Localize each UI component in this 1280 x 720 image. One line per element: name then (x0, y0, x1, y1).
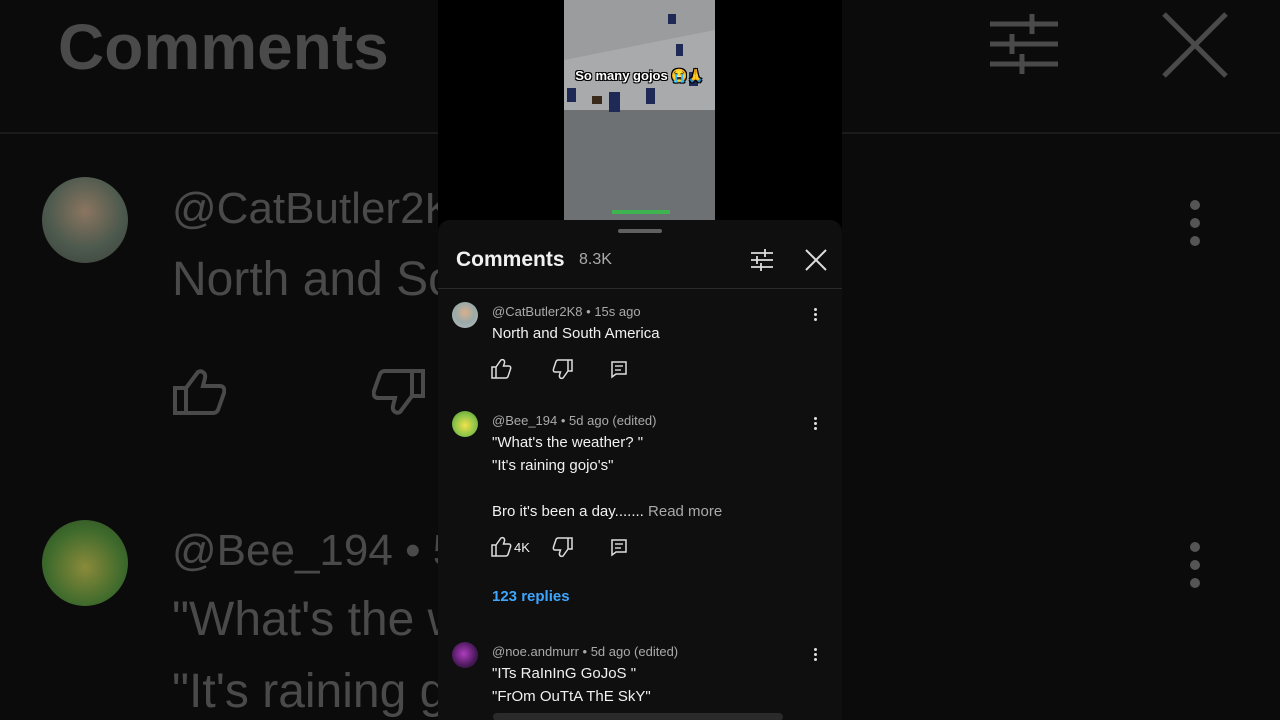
video-caption: So many gojos 😭🙏 (575, 68, 704, 83)
comment-text: North and South America (492, 325, 660, 342)
reply-icon[interactable] (608, 358, 630, 380)
background-avatar-bee (42, 520, 128, 606)
background-title: Comments (58, 11, 389, 83)
avatar[interactable] (452, 411, 478, 437)
background-text-2b: "It's raining g (172, 665, 447, 718)
comment-author[interactable]: @noe.andmurr (492, 644, 579, 659)
read-more-link[interactable]: Read more (648, 503, 722, 520)
background-text-1: North and So (172, 253, 455, 306)
video-frame[interactable]: So many gojos 😭🙏 (564, 0, 715, 220)
comment-text-line: "It's raining gojo's" (492, 457, 614, 474)
comments-count: 8.3K (579, 251, 612, 268)
close-icon[interactable] (802, 246, 830, 274)
more-options-icon[interactable] (810, 308, 820, 324)
background-tune-icon (990, 14, 1058, 74)
background-author-2: @Bee_194 • 5d (172, 526, 482, 575)
comments-sheet: Comments 8.3K @CatButler2K8 • 15s ago No… (438, 220, 842, 720)
comment-time: 5d ago (edited) (569, 413, 657, 428)
background-text-2a: "What's the w (172, 593, 463, 646)
bottom-input-bar[interactable] (493, 713, 783, 720)
tune-icon[interactable] (748, 246, 776, 274)
comment-meta: @Bee_194 • 5d ago (edited) (492, 413, 657, 428)
video-player[interactable]: So many gojos 😭🙏 (438, 0, 842, 230)
comment-author[interactable]: @CatButler2K8 (492, 304, 583, 319)
drag-handle[interactable] (618, 229, 662, 233)
background-like-icon (173, 369, 226, 415)
comment-time: 15s ago (594, 304, 641, 319)
comments-header: Comments 8.3K (438, 238, 842, 289)
comment-text-line: "FrOm OuTtA ThE SkY" (492, 688, 651, 705)
background-avatar-catbutler (42, 177, 128, 263)
view-replies-button[interactable]: 123 replies (492, 588, 570, 605)
comment-text-truncated: Bro it's been a day....... (492, 503, 644, 520)
comment-meta: @CatButler2K8 • 15s ago (492, 304, 641, 319)
background-kebab-2 (1189, 542, 1201, 596)
like-icon[interactable] (490, 536, 512, 558)
like-count: 4K (514, 540, 530, 555)
comment-meta: @noe.andmurr • 5d ago (edited) (492, 644, 679, 659)
reply-icon[interactable] (608, 536, 630, 558)
comment-text-line: Bro it's been a day....... Read more (492, 503, 722, 520)
like-icon[interactable] (490, 358, 512, 380)
background-kebab-1 (1189, 200, 1201, 254)
comments-title: Comments (456, 248, 565, 271)
comment-author[interactable]: @Bee_194 (492, 413, 557, 428)
background-close-icon (1162, 12, 1228, 78)
video-scene (564, 0, 715, 220)
dislike-icon[interactable] (552, 358, 574, 380)
comment-time: 5d ago (edited) (590, 644, 679, 659)
comment-text-line: "ITs RaInInG GoJoS " (492, 665, 637, 682)
avatar[interactable] (452, 302, 478, 328)
background-dislike-icon (372, 369, 425, 415)
background-author-1: @CatButler2K (172, 184, 454, 233)
more-options-icon[interactable] (810, 648, 820, 664)
more-options-icon[interactable] (810, 417, 820, 433)
avatar[interactable] (452, 642, 478, 668)
dislike-icon[interactable] (552, 536, 574, 558)
comment-text-line: "What's the weather? " (492, 434, 644, 451)
